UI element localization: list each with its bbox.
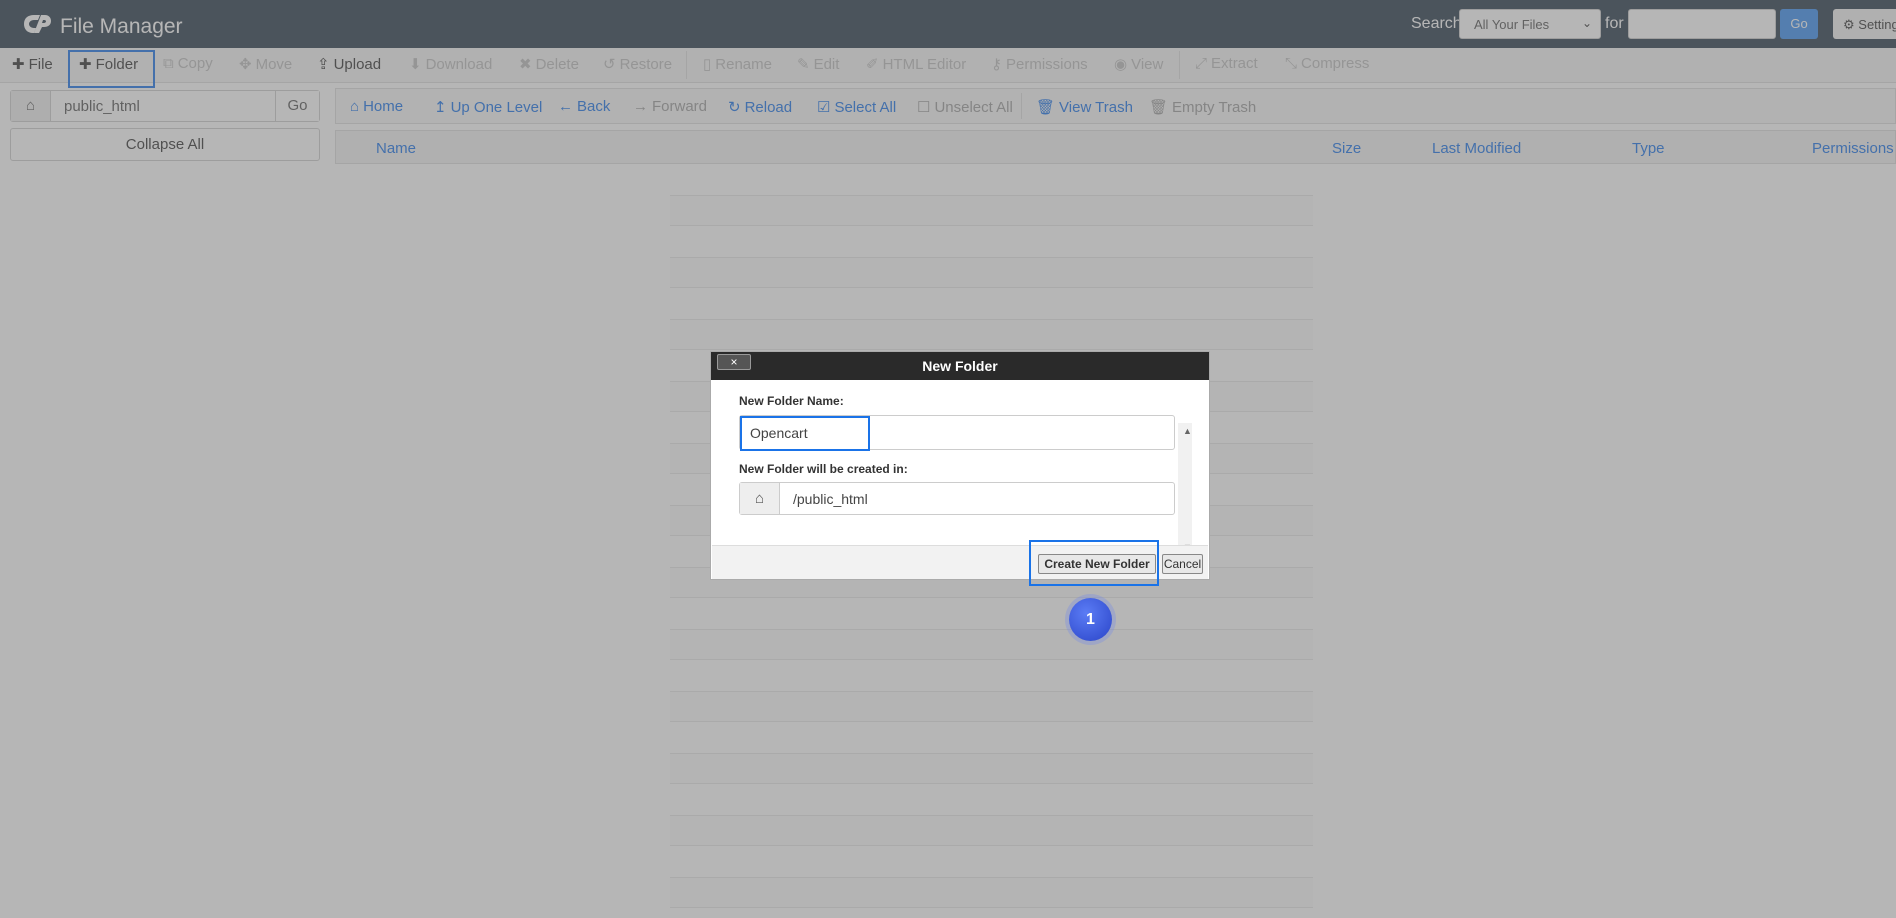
new-folder-location-input[interactable]: ⌂ /public_html [739, 482, 1175, 515]
dialog-scrollbar[interactable] [1178, 423, 1192, 556]
new-folder-name-label: New Folder Name: [739, 394, 844, 408]
close-icon[interactable]: × [717, 354, 751, 370]
home-icon: ⌂ [740, 483, 780, 514]
new-folder-location-value: /public_html [793, 491, 868, 507]
create-button-highlight [1029, 540, 1159, 586]
name-input-highlight [740, 416, 870, 451]
step-marker: 1 [1069, 598, 1112, 641]
dialog-title: New Folder [922, 358, 998, 374]
dialog-header: New Folder × [711, 352, 1209, 380]
scroll-up-arrow-icon[interactable]: ▲ [1183, 426, 1192, 436]
cancel-button[interactable]: Cancel [1162, 554, 1203, 574]
new-folder-location-label: New Folder will be created in: [739, 462, 908, 476]
